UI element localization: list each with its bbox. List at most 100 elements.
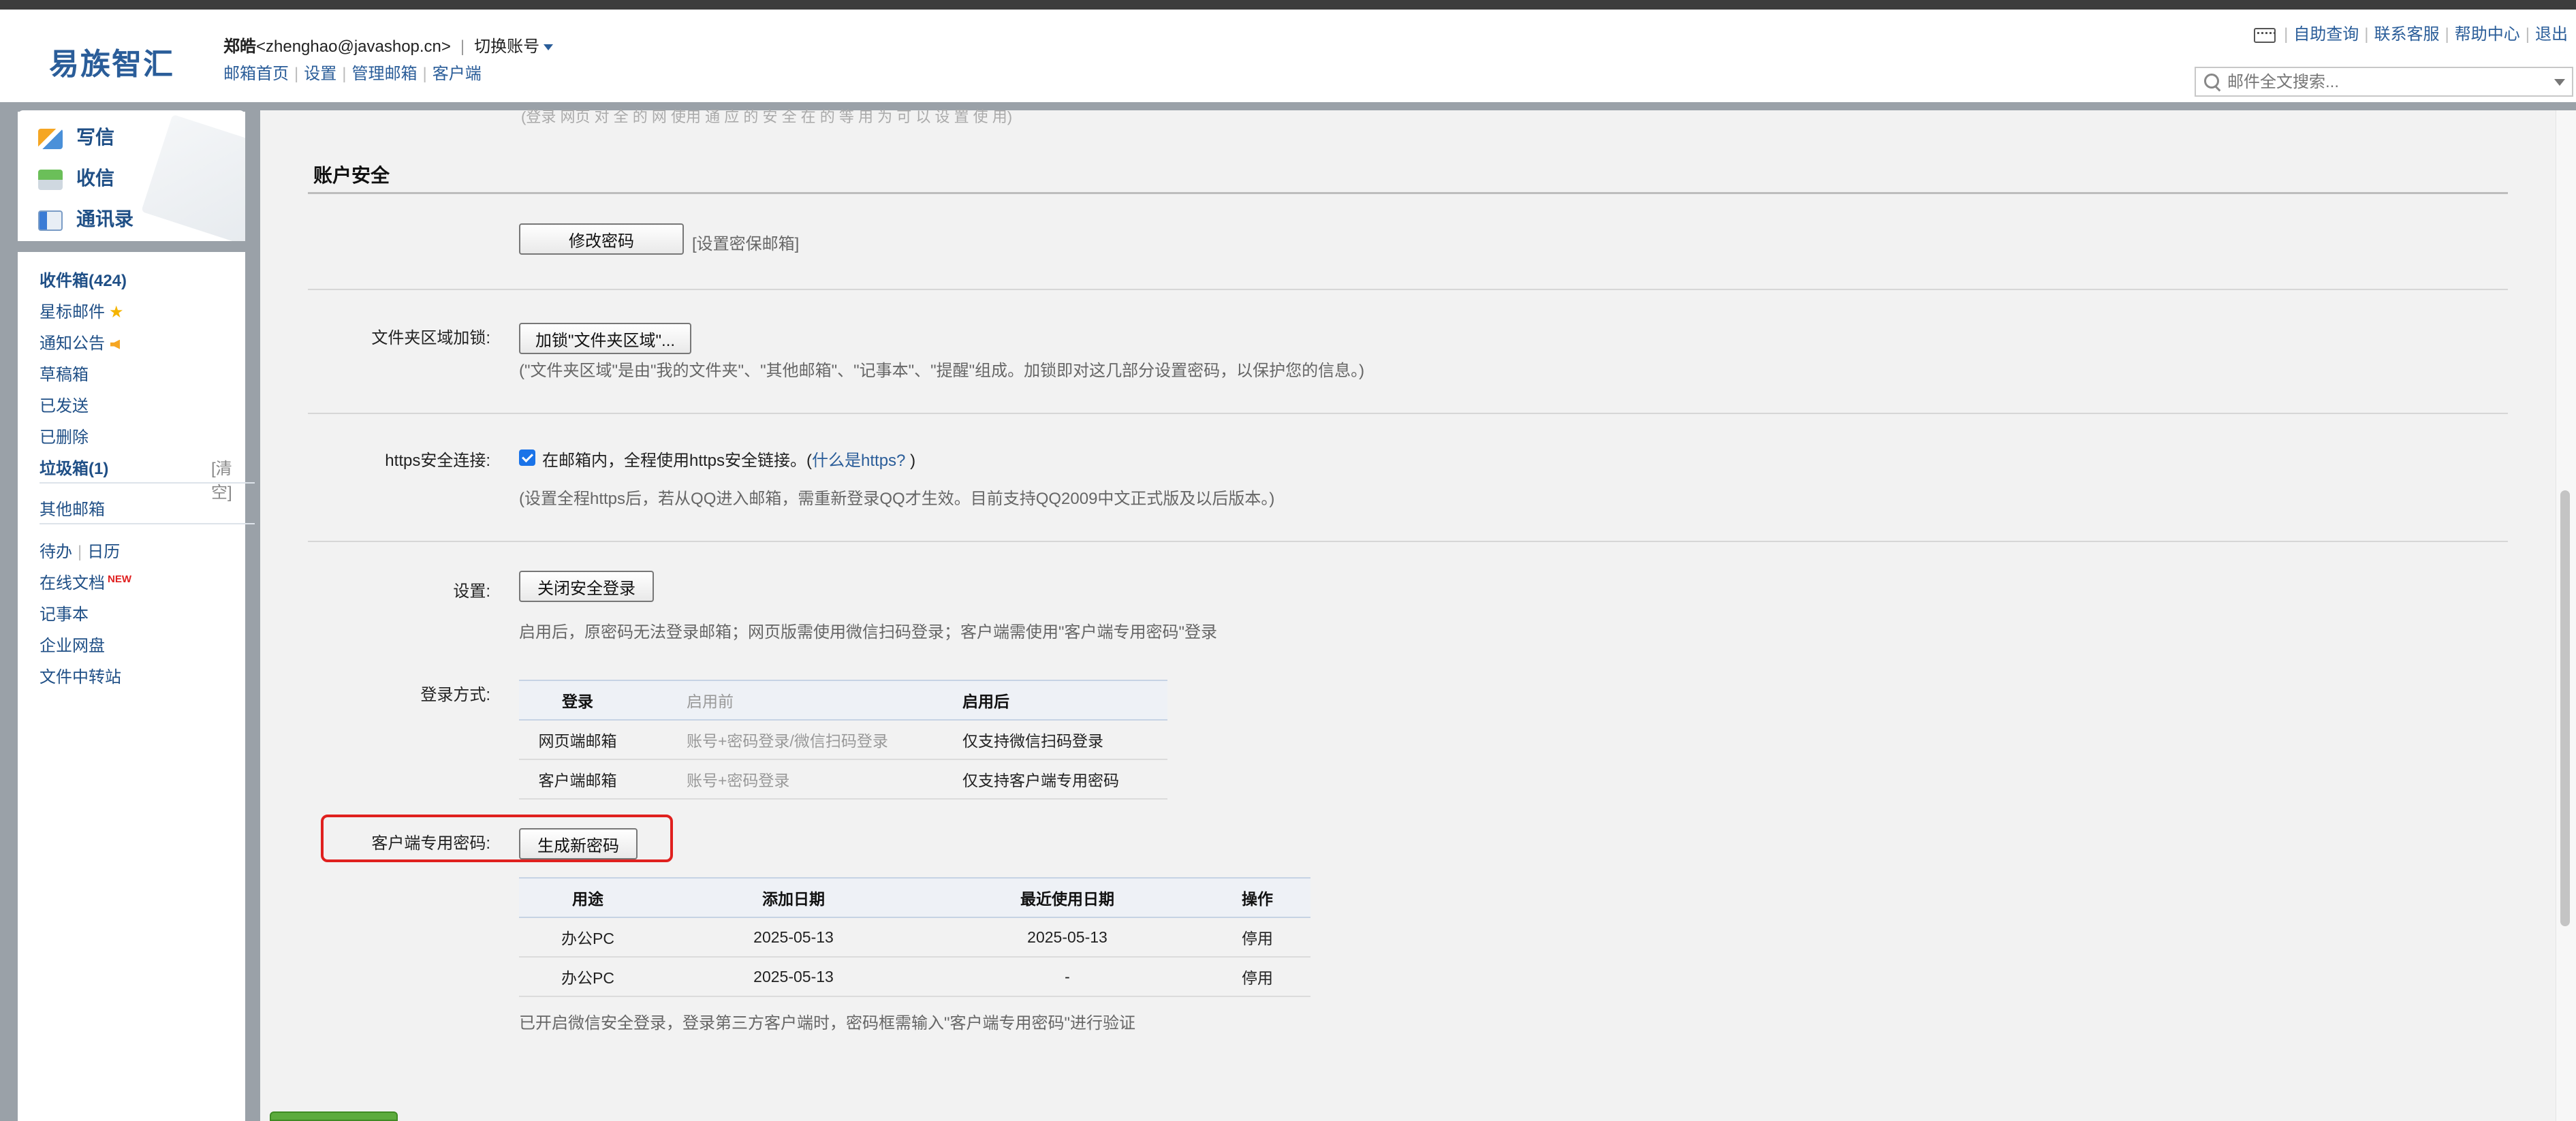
receive-label: 收信 — [76, 168, 115, 189]
table-row: 办公PC 2025-05-13 - 停用 — [519, 957, 1310, 997]
compose-icon — [38, 128, 63, 149]
separator: | — [460, 37, 465, 56]
column-header: 启用前 — [636, 680, 960, 721]
disable-link[interactable]: 停用 — [1204, 917, 1310, 958]
contacts-button[interactable]: 通讯录 — [38, 204, 133, 232]
column-header: 登录 — [519, 680, 636, 721]
generate-password-button[interactable]: 生成新密码 — [519, 828, 638, 859]
starred-link[interactable]: 星标邮件 ★ — [40, 298, 124, 322]
new-badge: NEW — [108, 573, 131, 585]
table-cell: 仅支持微信扫码登录 — [960, 720, 1167, 760]
compose-label: 写信 — [76, 127, 115, 148]
https-text-end: ) — [905, 452, 916, 470]
starred-label: 星标邮件 — [40, 303, 105, 321]
manage-mailbox-link[interactable]: 管理邮箱 — [351, 65, 417, 83]
receive-button[interactable]: 收信 — [38, 163, 114, 191]
column-header: 操作 — [1204, 877, 1310, 918]
notices-link[interactable]: 通知公告 — [40, 330, 120, 353]
save-button-partial[interactable] — [270, 1111, 398, 1121]
chevron-down-icon[interactable] — [544, 44, 554, 51]
column-header: 添加日期 — [657, 877, 930, 918]
speaker-icon — [110, 339, 120, 349]
folder-list: 收件箱(424) 星标邮件 ★ 通知公告 草稿箱 已发送 已删除 垃圾箱(1) [… — [18, 252, 255, 1121]
column-header: 用途 — [519, 877, 657, 918]
window-top-strip — [0, 0, 2576, 10]
folder-lock-note: ("文件夹区域"是由"我的文件夹"、"其他邮箱"、"记事本"、"提醒"组成。加锁… — [519, 362, 1365, 380]
column-header: 启用后 — [960, 680, 1167, 721]
inbox-link[interactable]: 收件箱(424) — [40, 267, 127, 291]
deleted-link[interactable]: 已删除 — [40, 424, 89, 447]
what-is-https-link[interactable]: 什么是https? — [812, 452, 905, 470]
sent-link[interactable]: 已发送 — [40, 392, 89, 416]
folder-divider — [40, 523, 255, 524]
table-cell: 仅支持客户端专用密码 — [960, 759, 1167, 800]
folder-lock-label: 文件夹区域加锁: — [371, 329, 490, 347]
mail-search-box[interactable] — [2195, 67, 2573, 97]
receive-icon — [38, 169, 63, 190]
client-password-label: 客户端专用密码: — [371, 834, 490, 853]
contacts-label: 通讯录 — [76, 208, 134, 230]
compose-button[interactable]: 写信 — [38, 123, 114, 150]
help-center-link[interactable]: 帮助中心 — [2455, 25, 2520, 44]
settings-link[interactable]: 设置 — [304, 65, 336, 83]
table-cell: 办公PC — [519, 917, 657, 958]
change-password-button[interactable]: 修改密码 — [519, 223, 684, 255]
client-link[interactable]: 客户端 — [433, 65, 482, 83]
table-cell: - — [930, 957, 1204, 997]
tools-row: 待办 | 日历 — [40, 543, 121, 561]
row-divider — [308, 413, 2508, 414]
disable-link[interactable]: 停用 — [1204, 957, 1310, 997]
contacts-icon — [38, 210, 63, 231]
folder-lock-button[interactable]: 加锁"文件夹区域"... — [519, 323, 692, 354]
truncated-top-text: (登录 网页 对 全 的 网 使用 通 应 的 安 全 在 的 等 用 为 可 … — [521, 108, 1013, 125]
todo-link[interactable]: 待办 — [40, 543, 72, 561]
online-docs-label: 在线文档 — [40, 574, 105, 593]
table-cell: 网页端邮箱 — [519, 720, 636, 760]
brand-logo[interactable]: 易族智汇 — [49, 40, 174, 83]
user-email: <zhenghao@javashop.cn> — [256, 37, 451, 56]
settings-label: 设置: — [453, 582, 490, 601]
contact-support-link[interactable]: 联系客服 — [2374, 25, 2440, 44]
table-cell: 客户端邮箱 — [519, 759, 636, 800]
login-mode-table: 登录 启用前 启用后 网页端邮箱 账号+密码登录/微信扫码登录 仅支持微信扫码登… — [519, 680, 1167, 800]
table-header-row: 登录 启用前 启用后 — [519, 680, 1167, 721]
search-icon — [2204, 74, 2219, 89]
table-row: 网页端邮箱 账号+密码登录/微信扫码登录 仅支持微信扫码登录 — [519, 720, 1167, 760]
mail-home-link[interactable]: 邮箱首页 — [223, 65, 289, 83]
switch-account-link[interactable]: 切换账号 — [474, 37, 539, 56]
frame-gutter — [245, 102, 260, 1121]
account-line: 郑皓<zhenghao@javashop.cn> | 切换账号 — [223, 33, 554, 57]
self-service-link[interactable]: 自助查询 — [2293, 25, 2359, 44]
notes-link[interactable]: 记事本 — [40, 601, 89, 625]
calendar-link[interactable]: 日历 — [87, 543, 120, 561]
spam-link[interactable]: 垃圾箱(1) — [40, 455, 108, 479]
search-input[interactable] — [2226, 72, 2528, 93]
envelope-decoration — [141, 114, 245, 241]
enterprise-disk-link[interactable]: 企业网盘 — [40, 632, 105, 656]
drafts-link[interactable]: 草稿箱 — [40, 361, 89, 385]
table-row: 客户端邮箱 账号+密码登录 仅支持客户端专用密码 — [519, 759, 1167, 800]
clear-spam-link[interactable]: [清空] — [211, 455, 245, 503]
other-mailbox-link[interactable]: 其他邮箱 — [40, 496, 105, 520]
online-docs-link[interactable]: 在线文档 NEW — [40, 569, 131, 593]
logout-link[interactable]: 退出 — [2535, 25, 2568, 44]
row-divider — [308, 541, 2508, 542]
table-cell: 2025-05-13 — [930, 917, 1204, 958]
column-header: 最近使用日期 — [930, 877, 1204, 918]
frame-left-bar — [0, 102, 18, 1121]
scrollbar-thumb[interactable] — [2560, 490, 2570, 926]
table-cell: 办公PC — [519, 957, 657, 997]
sidebar-actions: 写信 收信 通讯录 — [18, 110, 245, 241]
keyboard-icon[interactable] — [2254, 27, 2276, 43]
notices-label: 通知公告 — [40, 334, 105, 353]
client-password-table: 用途 添加日期 最近使用日期 操作 办公PC 2025-05-13 2025-0… — [519, 877, 1310, 997]
section-title: 账户安全 — [313, 165, 390, 186]
set-secure-email-link[interactable]: [设置密保邮箱] — [692, 230, 799, 254]
search-dropdown-icon[interactable] — [2554, 79, 2565, 86]
file-transfer-link[interactable]: 文件中转站 — [40, 663, 121, 687]
close-secure-login-button[interactable]: 关闭安全登录 — [519, 571, 654, 602]
folder-divider — [40, 482, 255, 484]
table-cell: 2025-05-13 — [657, 957, 930, 997]
section-divider — [308, 192, 2508, 194]
https-checkbox[interactable] — [519, 449, 535, 466]
